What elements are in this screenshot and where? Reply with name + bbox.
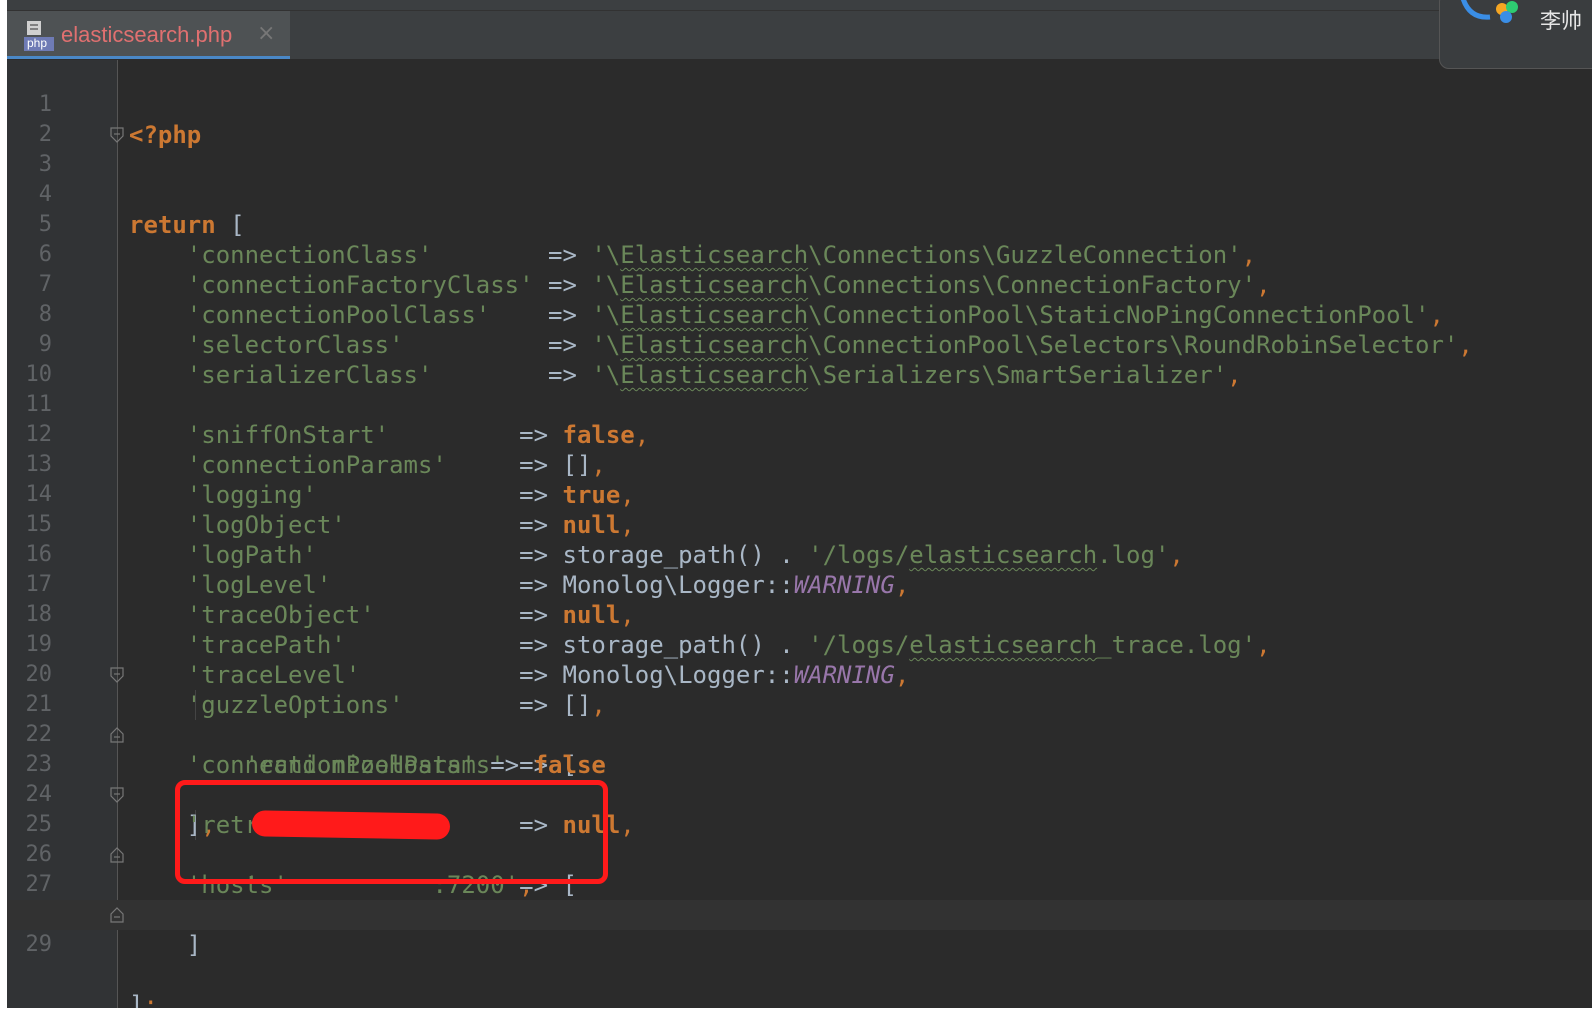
code-line-4: 4 (7, 150, 1592, 207)
tab-elasticsearch-php[interactable]: php elasticsearch.php × (7, 11, 290, 59)
close-icon[interactable]: × (257, 21, 275, 46)
notification-popup[interactable]: 李帅 (1439, 0, 1592, 69)
notification-text: 李帅 (1540, 9, 1582, 33)
title-bar (7, 0, 1592, 11)
code-line-21: 21 'connectionPoolParams' => [ (7, 660, 1592, 779)
code-line-8: 8 'selectorClass' => '\Elasticsearch\Con… (7, 270, 1592, 359)
fold-end-icon[interactable] (110, 727, 124, 743)
code-line-12: 12 'connectionParams' => [], (7, 390, 1592, 479)
code-text: ] (129, 931, 202, 959)
code-line-5: 5 'connectionClass' => '\Elasticsearch\C… (7, 180, 1592, 269)
fold-end-icon[interactable] (110, 907, 124, 923)
code-line-23: 23 ], (7, 720, 1592, 839)
code-line-13: 13 'logging' => true, (7, 420, 1592, 509)
code-line-29: 29 ]; (7, 900, 1592, 1008)
code-line-11: 11 'sniffOnStart' => false, (7, 360, 1592, 449)
code-line-20: 20 'guzzleOptions' => [], (7, 630, 1592, 719)
code-line-14: 14 'logObject' => null, (7, 450, 1592, 539)
code-line-24: 24 'retries' => null, (7, 750, 1592, 839)
code-line-6: 6 'connectionFactoryClass' => '\Elastics… (7, 210, 1592, 299)
code-line-9: 9 'serializerClass' => '\Elasticsearch\S… (7, 300, 1592, 389)
fold-end-icon[interactable] (110, 847, 124, 863)
php-icon-badge: php (27, 36, 48, 50)
fold-icon[interactable] (110, 667, 124, 683)
code-line-16: 16 'logLevel' => Monolog\Logger::WARNING… (7, 510, 1592, 599)
code-line-17: 17 'traceObject' => null, (7, 540, 1592, 629)
code-line-10: 10 (7, 330, 1592, 387)
editor-tab-bar: php elasticsearch.php × (7, 11, 1592, 60)
code-text: ] (129, 991, 144, 1008)
highlight-annotation-box (175, 780, 608, 884)
fold-icon[interactable] (110, 127, 124, 143)
code-line-15: 15 'logPath' => storage_path() . '/logs/… (7, 480, 1592, 569)
line-number: 29 (25, 932, 53, 957)
code-line-2: 2 (7, 90, 1592, 147)
code-line-7: 7 'connectionPoolClass' => '\Elasticsear… (7, 240, 1592, 329)
code-line-18: 18 'tracePath' => storage_path() . '/log… (7, 570, 1592, 659)
chat-app-icon (1460, 0, 1518, 23)
code-line-1: 1 <?php (7, 60, 1592, 149)
code-line-19: 19 'traceLevel' => Monolog\Logger::WARNI… (7, 600, 1592, 689)
tab-label: elasticsearch.php (61, 22, 233, 47)
code-line-22: 22 'randomizeHosts' => false (7, 690, 1592, 779)
fold-icon[interactable] (110, 787, 124, 803)
semicolon: ; (143, 991, 158, 1008)
code-line-3: 3 return [ (7, 120, 1592, 239)
